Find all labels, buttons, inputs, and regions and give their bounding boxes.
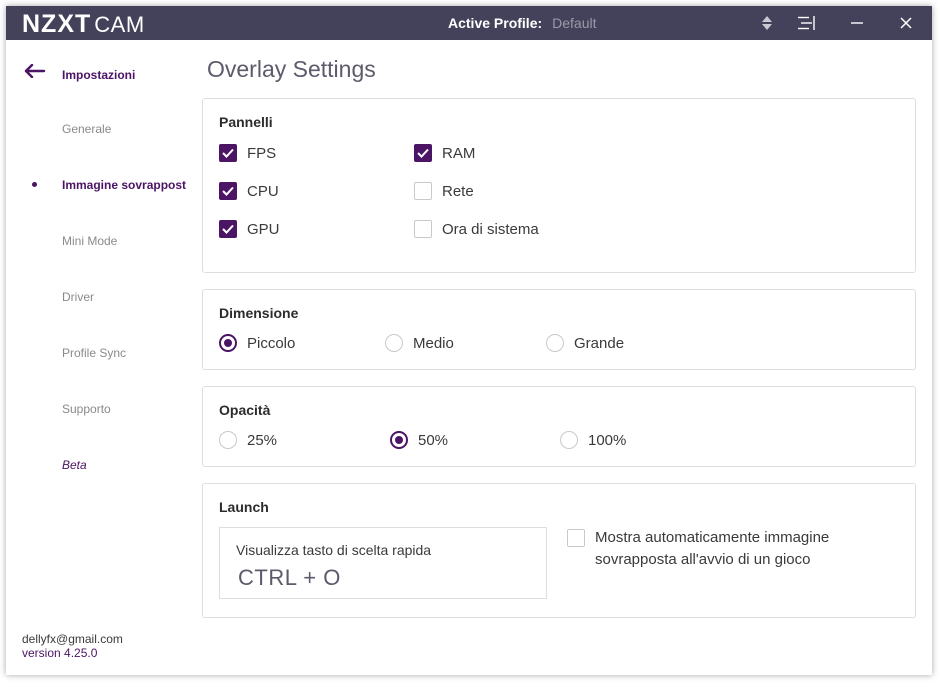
opacity-option-50[interactable]: 50% [390,431,448,449]
sidebar-item-mini-mode[interactable]: Mini Mode [62,234,186,248]
ram-label: RAM [442,144,476,162]
logo-cam-text: CAM [94,12,145,37]
ram-checkbox[interactable] [414,144,432,162]
opacity-title: Opacità [219,402,271,418]
large-label: Grande [574,334,625,352]
back-button[interactable] [24,63,46,79]
opacity-25-radio[interactable] [219,431,237,449]
menu-lines-icon [798,16,815,30]
small-radio[interactable] [219,334,237,352]
sidebar-item-generale[interactable]: Generale [62,122,186,136]
close-button[interactable] [889,6,923,40]
close-icon [900,17,912,29]
opacity-100-radio[interactable] [560,431,578,449]
sidebar-item-beta[interactable]: Beta [62,458,186,472]
fps-label: FPS [247,144,277,162]
sidebar-title[interactable]: Impostazioni [62,68,186,82]
account-info: dellyfx@gmail.com version 4.25.0 [22,632,123,660]
opacity-50-label: 50% [418,431,449,449]
size-card: Dimensione Piccolo Medio Grande [202,289,916,370]
hotkey-field[interactable]: Visualizza tasto di scelta rapida CTRL +… [219,527,547,599]
opacity-25-label: 25% [247,431,278,449]
sort-arrows-icon [762,16,772,30]
opacity-option-25[interactable]: 25% [219,431,277,449]
opacity-card: Opacità 25% 50% 100% [202,386,916,467]
opacity-50-radio[interactable] [390,431,408,449]
launch-card: Launch Visualizza tasto di scelta rapida… [202,483,916,618]
cpu-label: CPU [247,182,279,200]
auto-show-option[interactable]: Mostra automaticamente immagine sovrappo… [567,527,895,571]
page-title: Overlay Settings [207,56,376,82]
launch-title: Launch [219,499,269,515]
opacity-100-label: 100% [588,431,627,449]
nzxt-cam-logo: NZXT CAM [22,10,145,38]
profile-switch-button[interactable] [750,6,784,40]
app-window: NZXT CAM Active Profile: Default Impostaz… [6,6,932,675]
rete-label: Rete [442,182,474,200]
panels-card: Pannelli FPS CPU GPU RAM Rete Ora di sis… [202,98,916,273]
auto-show-checkbox[interactable] [567,529,585,547]
small-label: Piccolo [247,334,296,352]
panel-option-fps[interactable]: FPS [219,144,276,162]
system-time-checkbox[interactable] [414,220,432,238]
active-profile-label: Active Profile: [448,15,543,31]
large-radio[interactable] [546,334,564,352]
minimize-icon [851,22,863,24]
panel-option-system-time[interactable]: Ora di sistema [414,220,539,238]
sidebar-item-profile-sync[interactable]: Profile Sync [62,346,186,360]
cpu-checkbox[interactable] [219,182,237,200]
size-option-small[interactable]: Piccolo [219,334,295,352]
active-profile-value[interactable]: Default [552,15,596,31]
size-option-large[interactable]: Grande [546,334,624,352]
fps-checkbox[interactable] [219,144,237,162]
menu-button[interactable] [790,6,824,40]
check-icon [222,186,234,196]
gpu-label: GPU [247,220,280,238]
arrow-left-icon [24,63,46,79]
account-email: dellyfx@gmail.com [22,632,123,646]
rete-checkbox[interactable] [414,182,432,200]
sidebar-item-overlay[interactable]: Immagine sovrapposta [62,178,186,192]
gpu-checkbox[interactable] [219,220,237,238]
panel-option-cpu[interactable]: CPU [219,182,279,200]
check-icon [417,148,429,158]
title-bar: NZXT CAM Active Profile: Default [6,6,932,40]
panel-option-ram[interactable]: RAM [414,144,475,162]
logo-nzxt-text: NZXT [22,10,92,38]
opacity-option-100[interactable]: 100% [560,431,626,449]
hotkey-value[interactable]: CTRL + O [238,565,341,591]
hotkey-label: Visualizza tasto di scelta rapida [236,542,432,558]
check-icon [222,224,234,234]
sidebar: Impostazioni Generale Immagine sovrappos… [6,40,188,675]
auto-show-label: Mostra automaticamente immagine sovrappo… [595,529,830,568]
panel-option-rete[interactable]: Rete [414,182,474,200]
panel-option-gpu[interactable]: GPU [219,220,280,238]
sidebar-item-supporto[interactable]: Supporto [62,402,186,416]
system-time-label: Ora di sistema [442,220,539,238]
check-icon [222,148,234,158]
size-option-medium[interactable]: Medio [385,334,454,352]
medium-label: Medio [413,334,454,352]
minimize-button[interactable] [840,6,874,40]
active-profile[interactable]: Active Profile: Default [448,15,597,31]
medium-radio[interactable] [385,334,403,352]
panels-title: Pannelli [219,114,273,130]
sidebar-item-driver[interactable]: Driver [62,290,186,304]
size-title: Dimensione [219,305,299,321]
active-indicator-dot [32,182,37,187]
app-version: version 4.25.0 [22,646,98,660]
